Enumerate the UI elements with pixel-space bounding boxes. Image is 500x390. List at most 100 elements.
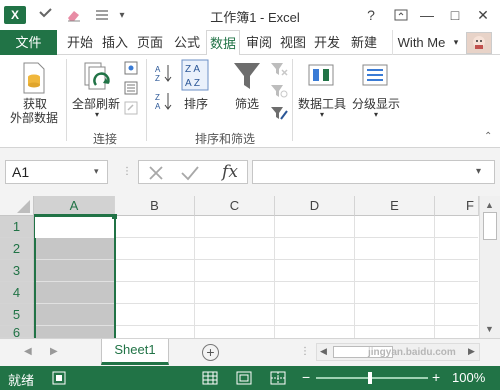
- row-header-1[interactable]: 1: [0, 216, 34, 238]
- advanced-filter-icon[interactable]: [270, 105, 288, 121]
- user-menu-icon[interactable]: ▾: [450, 30, 462, 55]
- enter-check-icon[interactable]: [179, 163, 201, 183]
- column-header-b[interactable]: B: [115, 196, 195, 216]
- zoom-slider-thumb[interactable]: [368, 372, 372, 384]
- fill-handle[interactable]: [112, 214, 117, 219]
- collapse-ribbon-icon[interactable]: ⌃: [484, 131, 496, 143]
- next-sheet-icon[interactable]: ▶: [50, 346, 58, 357]
- chevron-down-icon[interactable]: ▾: [92, 110, 102, 119]
- tab-formulas[interactable]: 公式: [171, 30, 203, 55]
- filter-button[interactable]: 筛选: [227, 95, 267, 112]
- sort-icon[interactable]: Z A A Z: [181, 59, 209, 91]
- row-header-3[interactable]: 3: [0, 260, 34, 282]
- row-header-4[interactable]: 4: [0, 282, 34, 304]
- column-header-f[interactable]: F: [435, 196, 479, 216]
- minimize-button[interactable]: —: [414, 4, 440, 26]
- page-layout-view-icon[interactable]: [236, 370, 252, 386]
- svg-text:Z: Z: [155, 74, 160, 83]
- tab-review[interactable]: 审阅: [243, 30, 275, 55]
- connections-icon[interactable]: [124, 61, 138, 75]
- sort-z-a-icon[interactable]: ZA: [155, 91, 173, 111]
- sort-button[interactable]: 排序: [176, 95, 216, 112]
- normal-view-icon[interactable]: [202, 370, 218, 386]
- data-tools-icon[interactable]: [308, 61, 334, 91]
- sheet-tab-bar: ◀ ▶ Sheet1 + ⋮ ◀ ▶ jingyan.baidu.com: [0, 338, 500, 366]
- sheet-bar-grip-icon: ⋮: [300, 346, 310, 357]
- eraser-icon[interactable]: [64, 6, 84, 24]
- tab-home[interactable]: 开始: [64, 30, 96, 55]
- name-box-dropdown-icon[interactable]: ▾: [94, 166, 99, 177]
- column-header-a[interactable]: A: [34, 196, 115, 216]
- macro-record-icon[interactable]: [52, 371, 66, 385]
- zoom-in-button[interactable]: +: [432, 369, 440, 385]
- tab-developer[interactable]: 开发: [311, 30, 343, 55]
- zoom-out-button[interactable]: −: [302, 369, 310, 385]
- column-header-e[interactable]: E: [355, 196, 435, 216]
- zoom-level[interactable]: 100%: [452, 370, 485, 385]
- ribbon-data: 获取 外部数据 全部刷新 ▾ 连接 AZ ZA Z AA Z 排序 筛选 排序和…: [0, 55, 500, 148]
- chevron-down-icon[interactable]: ▾: [371, 110, 381, 119]
- sort-a-z-icon[interactable]: AZ: [155, 63, 173, 83]
- vertical-scroll-thumb[interactable]: [483, 212, 497, 240]
- add-sheet-icon[interactable]: +: [202, 344, 219, 361]
- align-icon[interactable]: [92, 6, 112, 24]
- zoom-slider[interactable]: [316, 377, 428, 379]
- refresh-all-icon[interactable]: [82, 61, 112, 95]
- prev-sheet-icon[interactable]: ◀: [24, 346, 32, 357]
- ribbon-display-options-icon[interactable]: [388, 4, 414, 26]
- tab-data[interactable]: 数据: [206, 30, 240, 56]
- active-cell-a1[interactable]: [35, 217, 114, 238]
- tab-insert[interactable]: 插入: [99, 30, 131, 55]
- select-all-corner[interactable]: [0, 196, 34, 216]
- scroll-down-icon[interactable]: ▼: [485, 324, 494, 334]
- filter-icon[interactable]: [232, 59, 262, 93]
- close-button[interactable]: ✕: [470, 4, 496, 26]
- tab-file[interactable]: 文件: [0, 30, 57, 55]
- scroll-right-icon[interactable]: ▶: [468, 346, 475, 357]
- properties-icon[interactable]: [124, 81, 138, 95]
- cancel-icon[interactable]: [145, 163, 167, 183]
- formula-buttons: fx: [138, 160, 248, 184]
- avatar[interactable]: [466, 32, 492, 54]
- page-break-view-icon[interactable]: [270, 370, 286, 386]
- gridline: [354, 216, 355, 338]
- outline-icon[interactable]: [362, 61, 388, 91]
- formula-bar: A1 ▾ ⋮ fx ▾: [0, 148, 500, 196]
- insert-function-button[interactable]: fx: [217, 162, 243, 184]
- chevron-down-icon[interactable]: ▾: [317, 110, 327, 119]
- user-account[interactable]: With Me: [392, 30, 450, 55]
- clear-filter-icon: [270, 61, 288, 77]
- tab-page-layout[interactable]: 页面: [134, 30, 166, 55]
- row-header-5[interactable]: 5: [0, 304, 34, 326]
- sheet-tab-sheet1[interactable]: Sheet1: [101, 339, 169, 365]
- scroll-up-icon[interactable]: ▲: [485, 200, 494, 210]
- help-button[interactable]: ?: [358, 4, 384, 26]
- scroll-left-icon[interactable]: ◀: [320, 346, 327, 357]
- gridline: [274, 216, 275, 338]
- formula-input[interactable]: [252, 160, 495, 184]
- save-icon[interactable]: [36, 6, 56, 24]
- gridline: [434, 216, 435, 338]
- name-box-value: A1: [12, 164, 30, 180]
- ribbon-separator: [292, 59, 293, 141]
- svg-text:Z: Z: [155, 93, 160, 102]
- user-name: With Me: [397, 35, 446, 50]
- customize-qat-icon[interactable]: ▾: [112, 6, 132, 24]
- svg-text:A: A: [155, 65, 161, 74]
- database-icon[interactable]: [20, 61, 48, 95]
- expand-formula-bar-icon[interactable]: ▾: [476, 166, 481, 177]
- title-bar: X ▾ 工作簿1 - Excel ? — □ ✕: [0, 0, 500, 30]
- row-header-2[interactable]: 2: [0, 238, 34, 260]
- vertical-scrollbar[interactable]: ▲ ▼: [479, 196, 500, 338]
- tab-new[interactable]: 新建: [348, 30, 380, 55]
- svg-text:Z A: Z A: [185, 64, 200, 75]
- column-header-d[interactable]: D: [275, 196, 355, 216]
- get-external-data-label-2[interactable]: 外部数据: [2, 109, 66, 126]
- column-header-c[interactable]: C: [195, 196, 275, 216]
- row-header-6[interactable]: 6: [0, 326, 34, 338]
- ribbon-separator: [66, 59, 67, 141]
- tab-view[interactable]: 视图: [277, 30, 309, 55]
- name-box[interactable]: A1: [5, 160, 108, 184]
- maximize-button[interactable]: □: [442, 4, 468, 26]
- worksheet-grid[interactable]: A B C D E F 1 2 3 4 5 6 ▲ ▼: [0, 196, 500, 338]
